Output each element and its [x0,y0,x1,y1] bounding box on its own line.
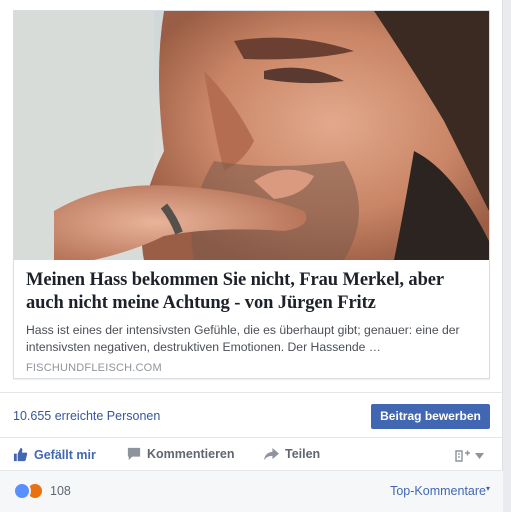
page-audience-icon [455,450,470,462]
comment-sort-dropdown[interactable]: Top-Kommentare▾ [390,484,490,498]
caret-down-icon [475,453,484,459]
comment-icon [127,447,141,461]
share-arrow-icon [264,447,279,460]
reaction-icons[interactable] [13,482,44,500]
reactions-bar: 108 Top-Kommentare▾ [0,471,503,512]
reach-count[interactable]: 10.655 erreichte Personen [13,409,160,423]
share-button[interactable]: Teilen [264,447,320,461]
page-background-edge [503,0,511,512]
thumbs-up-icon [13,447,28,462]
like-reaction-icon [13,482,31,500]
share-label: Teilen [285,447,321,461]
comment-button[interactable]: Kommentieren [127,447,235,461]
article-photo[interactable] [14,11,489,260]
article-domain: FISCHUNDFLEISCH.COM [26,362,162,374]
promote-post-button[interactable]: Beitrag bewerben [371,404,490,429]
article-description: Hass ist eines der intensivsten Gefühle,… [26,323,460,354]
article-headline[interactable]: Meinen Hass bekommen Sie nicht, Frau Mer… [26,269,477,315]
reach-bar: 10.655 erreichte Personen Beitrag bewerb… [0,392,503,438]
post-card: Meinen Hass bekommen Sie nicht, Frau Mer… [0,0,503,512]
caret-down-icon: ▾ [485,484,490,493]
comment-sort-label: Top-Kommentare [390,484,486,498]
link-preview[interactable]: Meinen Hass bekommen Sie nicht, Frau Mer… [13,10,490,379]
like-label: Gefällt mir [34,447,96,462]
action-bar: Gefällt mir Kommentieren Teilen [0,438,503,471]
comment-label: Kommentieren [147,447,235,461]
audience-selector[interactable] [455,449,484,463]
like-button[interactable]: Gefällt mir [13,447,96,462]
reaction-count[interactable]: 108 [50,484,71,498]
